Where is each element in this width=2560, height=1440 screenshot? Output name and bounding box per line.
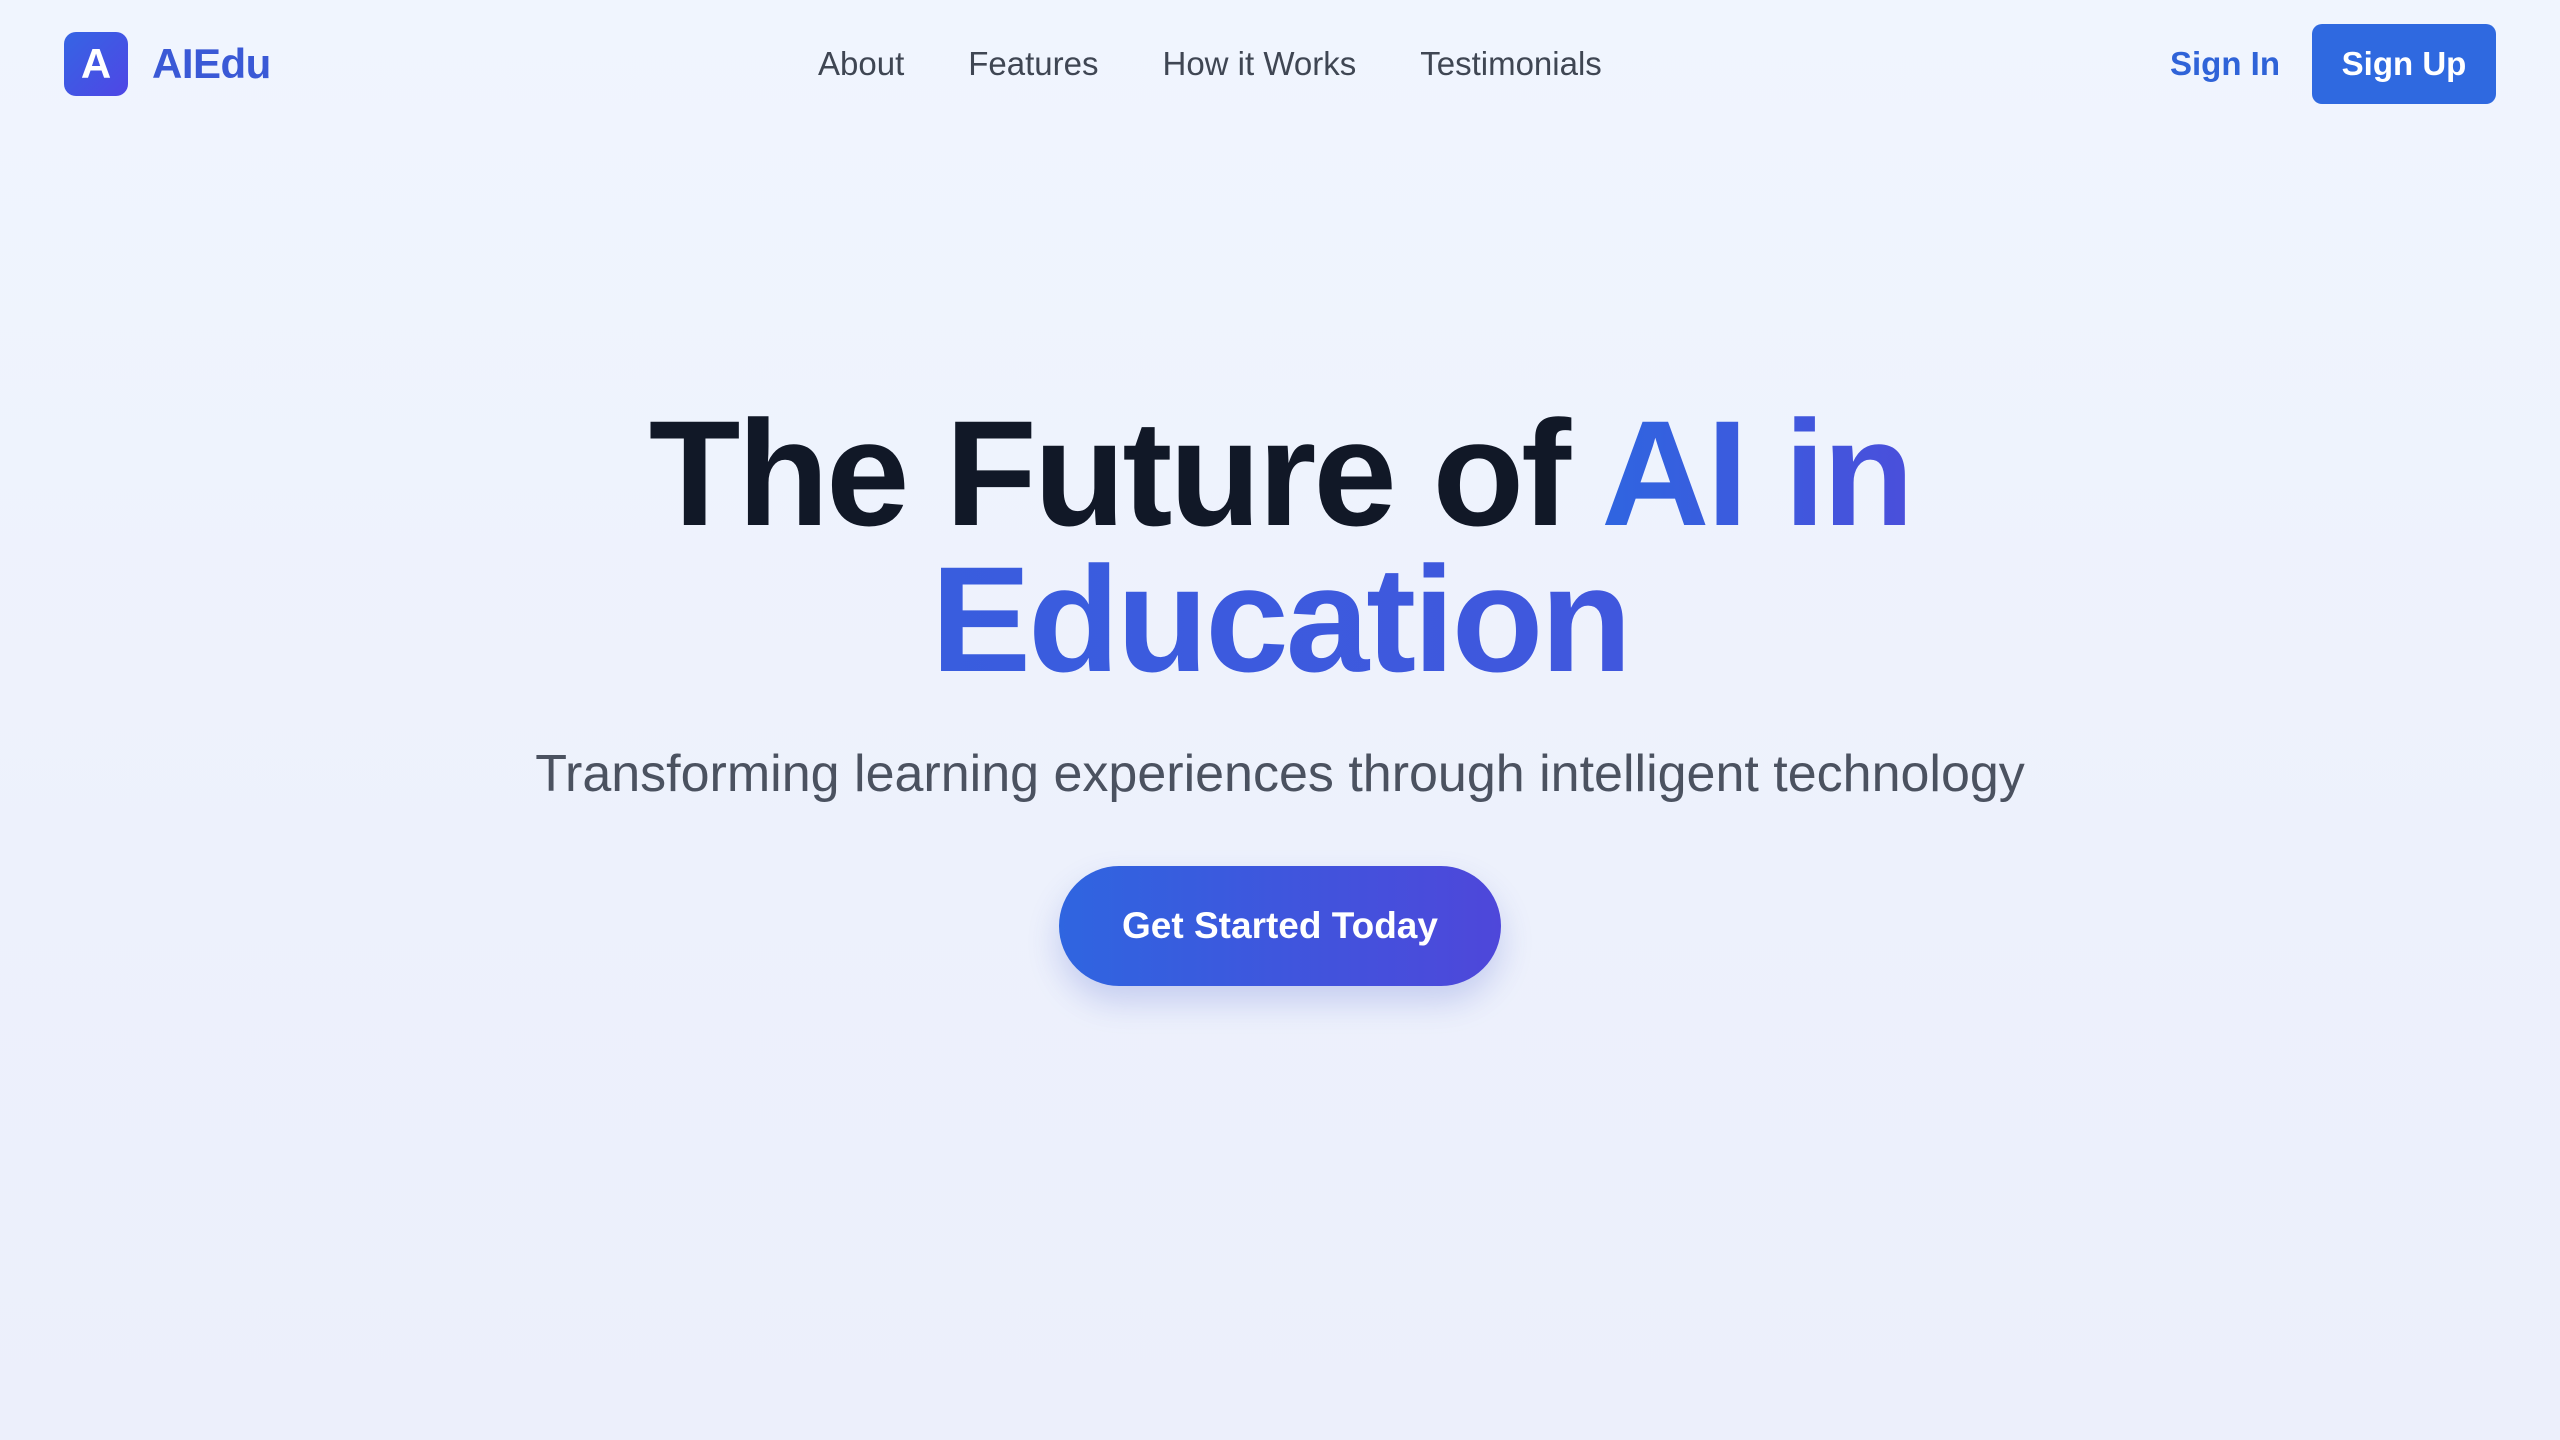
hero-title-accent: AI in [1601,389,1914,557]
hero-title-line-1: The Future of AI in [0,398,2560,548]
hero-section: The Future of AI in Education Transformi… [0,398,2560,986]
hero-subtitle: Transforming learning experiences throug… [535,745,2025,803]
hero-title-text: The Future of [648,389,1602,557]
sign-in-link[interactable]: Sign In [2170,45,2280,83]
hero-title: The Future of AI in Education [0,398,2560,694]
auth-actions: Sign In Sign Up [2170,24,2496,104]
site-header: A AIEdu About Features How it Works Test… [0,0,2560,128]
sign-up-button[interactable]: Sign Up [2312,24,2496,104]
logo-icon: A [64,32,128,96]
nav-link-about[interactable]: About [818,45,904,83]
nav-link-how-it-works[interactable]: How it Works [1162,45,1356,83]
nav-link-testimonials[interactable]: Testimonials [1420,45,1602,83]
hero-title-line-2: Education [0,544,2560,694]
brand-name: AIEdu [152,40,271,87]
get-started-button[interactable]: Get Started Today [1059,866,1501,986]
main-nav: About Features How it Works Testimonials [818,40,1602,88]
nav-link-features[interactable]: Features [968,45,1098,83]
logo-link[interactable]: A AIEdu [64,32,271,96]
